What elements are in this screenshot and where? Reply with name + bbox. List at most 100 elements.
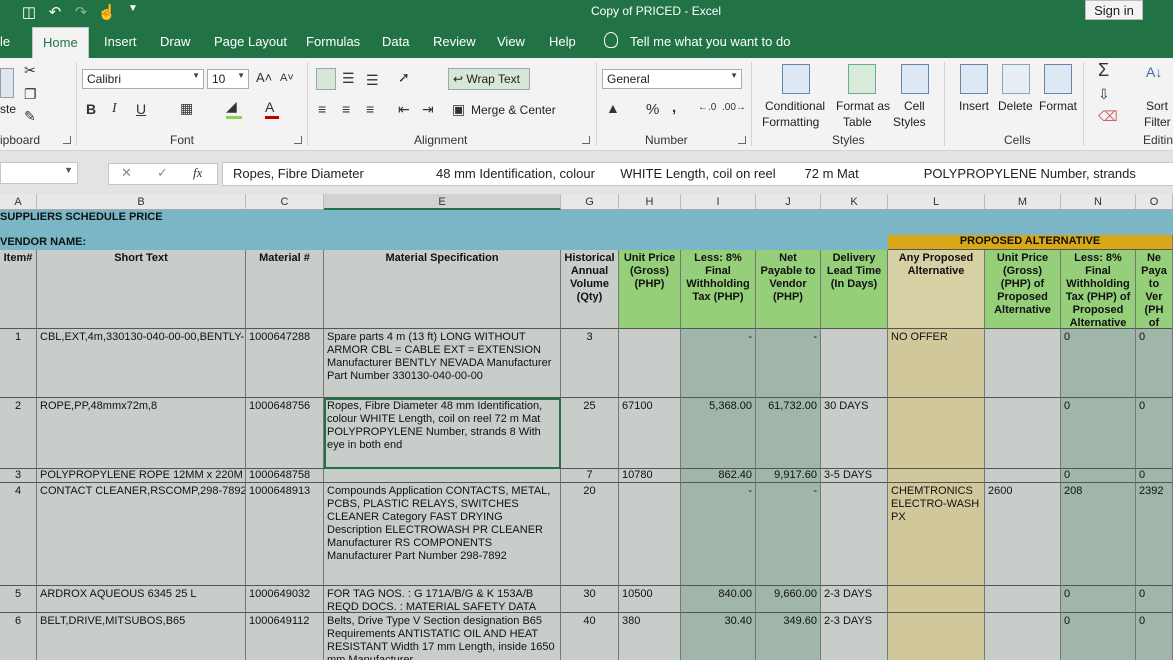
tab-draw[interactable]: Draw [160,34,190,49]
top-align-button[interactable] [316,68,336,90]
row6-qty[interactable]: 40 [561,613,619,660]
column-header-b[interactable]: B [37,194,246,210]
row4-less[interactable]: - [681,483,756,586]
middle-align-icon[interactable]: ☰ [342,70,355,87]
decrease-decimal-icon[interactable]: .00→ [722,102,746,113]
undo-icon[interactable]: ↶ [44,3,66,21]
format-painter-icon[interactable]: ✎ [24,108,36,125]
row6-alt-price[interactable] [985,613,1061,660]
column-header-h[interactable]: H [619,194,681,210]
align-right-icon[interactable]: ≡ [366,101,374,117]
row6-delivery[interactable]: 2-3 DAYS [821,613,888,660]
row3-alt-price[interactable] [985,469,1061,483]
row4-price[interactable] [619,483,681,586]
row2-material[interactable]: 1000648756 [246,398,324,469]
row4-alternative[interactable]: CHEMTRONICS ELECTRO-WASH PX [888,483,985,586]
align-left-icon[interactable]: ≡ [318,101,326,117]
delete-cells-icon[interactable] [1002,64,1030,94]
row6-net[interactable]: 349.60 [756,613,821,660]
bold-button[interactable]: B [86,101,96,117]
row5-alt-less[interactable]: 0 [1061,586,1136,613]
merge-center-icon[interactable]: ▣ [452,101,465,118]
insert-cells-icon[interactable] [960,64,988,94]
format-as-table-icon[interactable] [848,64,876,94]
row4-item[interactable]: 4 [0,483,37,586]
column-header-i[interactable]: I [681,194,756,210]
row6-alt-less[interactable]: 0 [1061,613,1136,660]
row1-alt-price[interactable] [985,329,1061,398]
fill-icon[interactable]: ⇩ [1098,86,1110,103]
sort-filter-line1[interactable]: Sort [1146,99,1168,113]
percent-button[interactable]: % [646,101,659,118]
row1-delivery[interactable] [821,329,888,398]
insert-cells-button[interactable]: Insert [959,99,989,113]
row5-price[interactable]: 10500 [619,586,681,613]
format-cells-button[interactable]: Format [1039,99,1077,113]
column-header-o[interactable]: O [1136,194,1173,210]
row4-qty[interactable]: 20 [561,483,619,586]
paste-icon[interactable] [0,68,14,98]
row1-alternative[interactable]: NO OFFER [888,329,985,398]
row5-alternative[interactable] [888,586,985,613]
conditional-formatting-line1[interactable]: Conditional [765,99,825,113]
copy-icon[interactable]: ❐ [24,86,37,103]
orientation-icon[interactable]: ➚ [398,69,410,86]
number-launcher-icon[interactable] [738,136,746,144]
decrease-indent-icon[interactable]: ⇤ [398,101,410,118]
row5-short-text[interactable]: ARDROX AQUEOUS 6345 25 L [37,586,246,613]
fill-color-icon[interactable]: ◢ [226,98,242,119]
tab-formulas[interactable]: Formulas [306,34,360,49]
row3-material[interactable]: 1000648758 [246,469,324,483]
row4-short-text[interactable]: CONTACT CLEANER,RSCOMP,298-7892 [37,483,246,586]
row6-spec[interactable]: Belts, Drive Type V Section designation … [324,613,561,660]
insert-function-icon[interactable]: fx [193,165,202,181]
row2-alt-net[interactable]: 0 [1136,398,1173,469]
row2-price[interactable]: 67100 [619,398,681,469]
font-color-icon[interactable]: A [265,99,279,119]
increase-decimal-icon[interactable]: ←.0 [698,102,716,113]
tab-page-layout[interactable]: Page Layout [214,34,287,49]
row5-spec[interactable]: FOR TAG NOS. : G 171A/B/G & K 153A/B REQ… [324,586,561,613]
row4-spec[interactable]: Compounds Application CONTACTS, METAL, P… [324,483,561,586]
worksheet-grid[interactable]: A B C E G H I J K L M N O SUPPLIERS SCHE… [0,194,1173,660]
row2-alt-less[interactable]: 0 [1061,398,1136,469]
alignment-launcher-icon[interactable] [582,136,590,144]
italic-button[interactable]: I [112,101,117,117]
row5-delivery[interactable]: 2-3 DAYS [821,586,888,613]
row2-alternative[interactable] [888,398,985,469]
row2-qty[interactable]: 25 [561,398,619,469]
increase-font-icon[interactable]: A˄ [256,70,272,85]
row4-alt-price[interactable]: 2600 [985,483,1061,586]
increase-indent-icon[interactable]: ⇥ [422,101,434,118]
customize-qat-icon[interactable]: ▼ [122,3,144,21]
column-header-k[interactable]: K [821,194,888,210]
row2-spec-selected[interactable]: Ropes, Fibre Diameter 48 mm Identificati… [324,398,561,469]
row5-net[interactable]: 9,660.00 [756,586,821,613]
conditional-formatting-line2[interactable]: Formatting [762,115,819,129]
tab-home[interactable]: Home [32,27,89,58]
tab-file[interactable]: le [0,34,10,49]
row4-alt-net[interactable]: 2392 [1136,483,1173,586]
row4-delivery[interactable] [821,483,888,586]
row3-net[interactable]: 9,917.60 [756,469,821,483]
sign-in-button[interactable]: Sign in [1085,0,1143,20]
row1-price[interactable] [619,329,681,398]
row3-alternative[interactable] [888,469,985,483]
row6-material[interactable]: 1000649112 [246,613,324,660]
tab-review[interactable]: Review [433,34,476,49]
row6-short-text[interactable]: BELT,DRIVE,MITSUBOS,B65 [37,613,246,660]
row5-alt-price[interactable] [985,586,1061,613]
redo-icon[interactable]: ↷ [70,3,92,21]
clipboard-launcher-icon[interactable] [63,136,71,144]
tab-view[interactable]: View [497,34,525,49]
row5-alt-net[interactable]: 0 [1136,586,1173,613]
merge-center-button[interactable]: Merge & Center [471,103,556,117]
row6-less[interactable]: 30.40 [681,613,756,660]
cut-icon[interactable]: ✂ [24,62,36,79]
row3-short-text[interactable]: POLYPROPYLENE ROPE 12MM x 220M [37,469,246,483]
row5-item[interactable]: 5 [0,586,37,613]
row1-alt-net[interactable]: 0 [1136,329,1173,398]
row6-alternative[interactable] [888,613,985,660]
currency-icon[interactable]: ▲ [606,100,620,116]
decrease-font-icon[interactable]: A˅ [280,72,294,84]
